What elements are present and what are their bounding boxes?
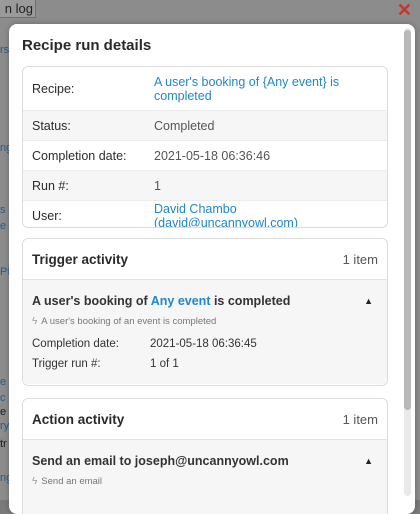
caret-up-icon[interactable]: ▲ (364, 296, 373, 306)
trigger-item-subtitle: ϟ A user's booking of an event is comple… (32, 316, 217, 327)
details-value: Completed (154, 118, 215, 133)
details-row-run: Run #: 1 (23, 171, 387, 201)
trigger-run-row: Trigger run #: 1 of 1 (32, 358, 378, 370)
caret-up-icon[interactable]: ▲ (364, 456, 373, 466)
token-any-event: Any event (150, 294, 211, 308)
trigger-item-title: A user's booking of Any event is complet… (32, 294, 291, 308)
background-fragment: s (0, 204, 6, 216)
action-item-subtitle: ϟ Send an email (32, 476, 103, 487)
close-icon[interactable]: ✕ (397, 1, 412, 19)
trigger-activity-header: Trigger activity 1 item (23, 239, 387, 280)
kv-value: 1 of 1 (150, 358, 179, 370)
action-activity-header: Action activity 1 item (23, 399, 387, 440)
details-row-user: User: David Chambo (david@uncannyowl.com… (23, 201, 387, 228)
details-row-completion-date: Completion date: 2021-05-18 06:36:46 (23, 141, 387, 171)
details-value: 1 (154, 178, 161, 193)
details-label: Run #: (32, 178, 69, 193)
recipe-run-details-modal: Recipe run details Recipe: A user's book… (9, 24, 415, 514)
trigger-completion-row: Completion date: 2021-05-18 06:36:45 (32, 338, 378, 350)
details-label: Recipe: (32, 81, 75, 96)
background-fragment: e (0, 376, 7, 388)
action-item-title: Send an email to joseph@uncannyowl.com (32, 454, 289, 468)
background-fragment: e (0, 406, 7, 418)
background-fragment: e (0, 220, 7, 232)
bolt-icon: ϟ (32, 476, 38, 487)
background-fragment: ry (0, 420, 10, 432)
kv-value: 2021-05-18 06:36:45 (150, 338, 257, 350)
item-count: 1 item (342, 251, 378, 267)
user-link[interactable]: David Chambo (david@uncannyowl.com) (154, 202, 387, 228)
kv-label: Completion date: (32, 338, 119, 350)
details-table: Recipe: A user's booking of {Any event} … (22, 66, 388, 228)
action-item[interactable]: Send an email to joseph@uncannyowl.com ▲… (23, 440, 387, 514)
scrollbar-thumb[interactable] (404, 30, 411, 410)
section-title: Trigger activity (32, 251, 129, 267)
details-label: Status: (32, 118, 71, 133)
action-activity-section: Action activity 1 item Send an email to … (22, 398, 388, 514)
recipe-link[interactable]: A user's booking of {Any event} is compl… (154, 75, 387, 103)
details-label: Completion date: (32, 148, 127, 163)
details-label: User: (32, 208, 62, 223)
details-value: 2021-05-18 06:36:46 (154, 148, 271, 163)
details-row-status: Status: Completed (23, 111, 387, 141)
details-row-recipe: Recipe: A user's booking of {Any event} … (23, 67, 387, 111)
background-fragment: tr (0, 438, 7, 450)
kv-label: Trigger run #: (32, 358, 101, 370)
item-count: 1 item (342, 411, 378, 427)
background-fragment: rs (0, 44, 10, 56)
background-tab[interactable]: n log (0, 0, 36, 18)
section-title: Action activity (32, 411, 125, 427)
trigger-item[interactable]: A user's booking of Any event is complet… (23, 280, 387, 384)
modal-title: Recipe run details (22, 37, 152, 54)
background-fragment: c (0, 392, 6, 404)
trigger-activity-section: Trigger activity 1 item A user's booking… (22, 238, 388, 386)
bolt-icon: ϟ (32, 316, 38, 327)
